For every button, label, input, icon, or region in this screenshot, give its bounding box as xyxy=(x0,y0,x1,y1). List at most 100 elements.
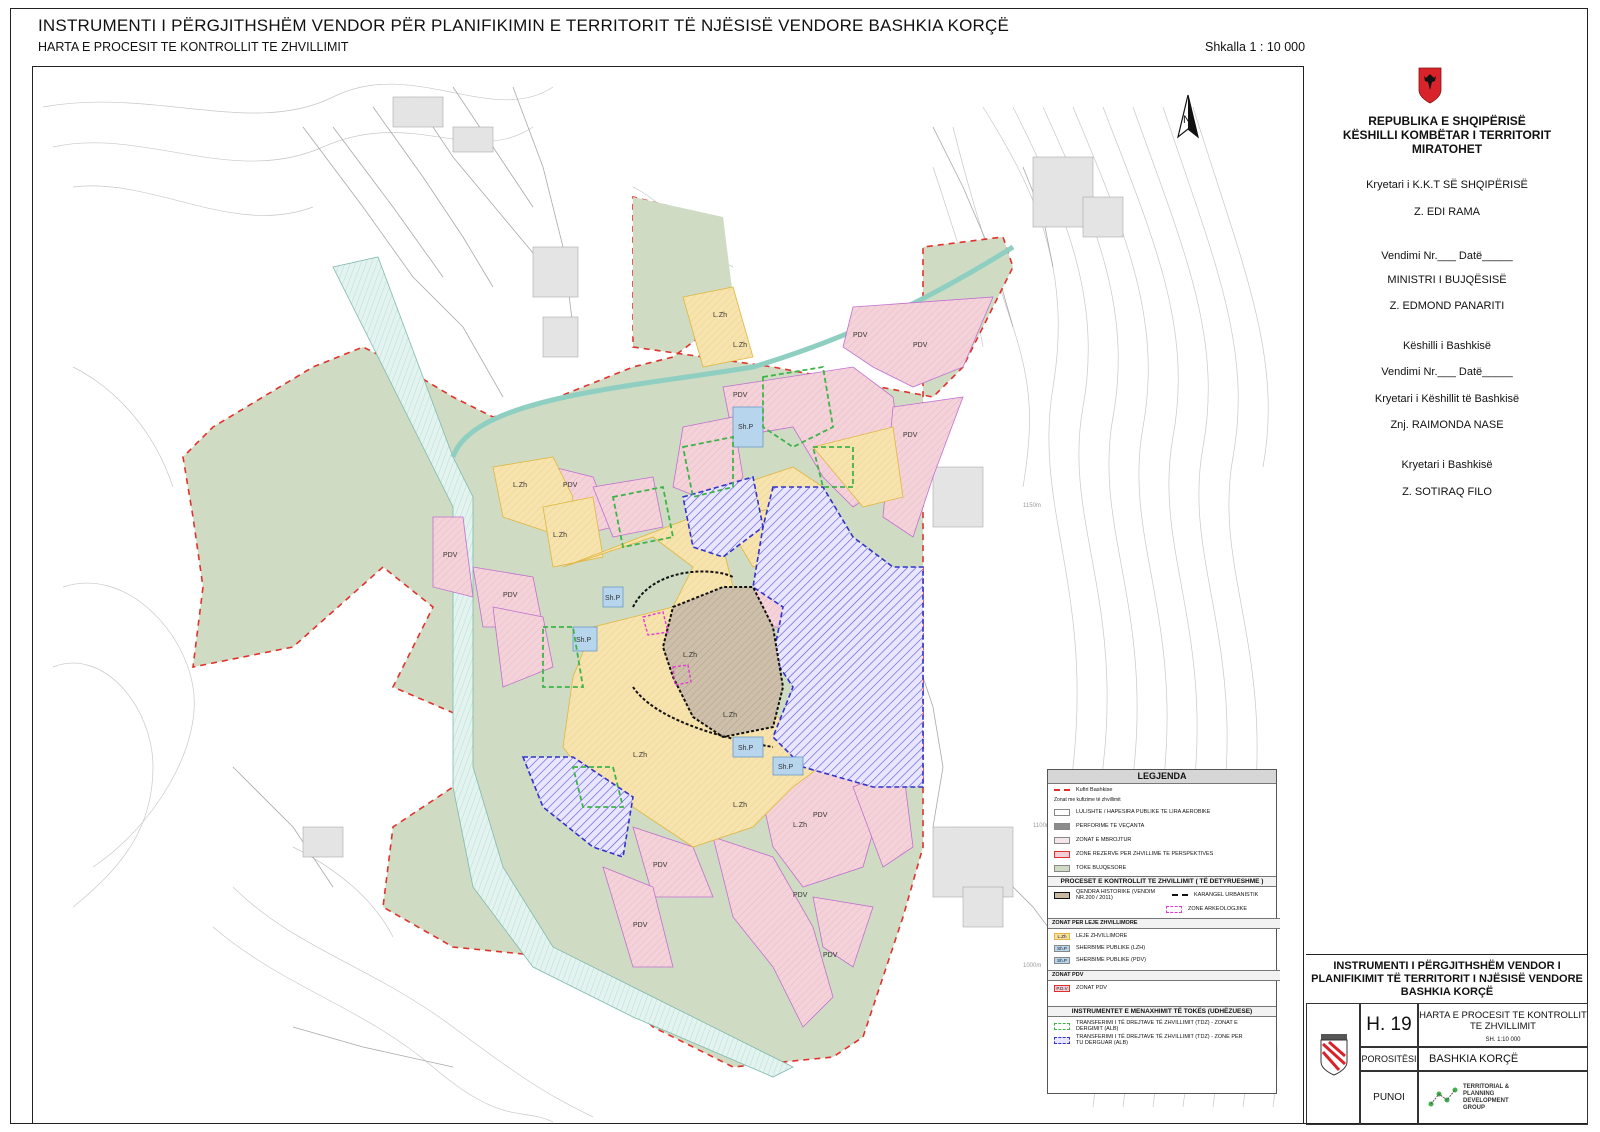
decision-line-2: Vendimi Nr.___ Datë_____ xyxy=(1381,366,1513,378)
zone-label: L.Zh xyxy=(733,802,747,809)
legend-swatch xyxy=(1054,1022,1070,1030)
mayor-role: Kryetari i Bashkisë xyxy=(1401,459,1493,471)
legend-label: SHERBIME PUBLIKE (LZH) xyxy=(1076,945,1146,951)
legend-row: P.D.V ZONAT PDV xyxy=(1054,984,1107,992)
council-label: KËSHILLI KOMBËTAR I TERRITORIT xyxy=(1342,128,1552,142)
council-chair-role: Kryetari i Këshillit të Bashkisë xyxy=(1374,393,1520,405)
north-arrow: N xyxy=(1177,94,1199,139)
map-frame: N L.Zh L.Zh L.Zh L.Zh L.Zh L.Zh L.Zh L.Z… xyxy=(32,66,1304,1124)
mayor-name: Z. SOTIRAQ FILO xyxy=(1402,486,1492,498)
legend-label: KARANGEL URBANISTIK xyxy=(1194,892,1259,898)
legend-row: ZONAT E MBROJTUR xyxy=(1054,836,1131,844)
legend-row: Sh.P SHERBIME PUBLIKE (PDV) xyxy=(1054,956,1146,964)
legend-label: ZONAT PDV xyxy=(1076,985,1107,991)
sheet-number: H. 19 xyxy=(1360,1003,1418,1047)
legend-swatch xyxy=(1054,822,1070,830)
kkt-chair-role: Kryetari i K.K.T SË SHQIPËRISË xyxy=(1366,179,1528,191)
zone-label: L.Zh xyxy=(633,752,647,759)
legend-swatch xyxy=(1172,894,1188,896)
author-label: PUNOI xyxy=(1360,1071,1418,1125)
map-subtitle: HARTA E PROCESIT TE KONTROLLIT TE ZHVILL… xyxy=(38,40,349,54)
zone-label: PDV xyxy=(653,862,668,869)
legend-label: LULISHTE / HAPESIRA PUBLIKE TE LIRA AERO… xyxy=(1076,809,1211,815)
sheet-title-cell: HARTA E PROCESIT TE KONTROLLIT TE ZHVILL… xyxy=(1418,1003,1588,1047)
legend-swatch xyxy=(1054,891,1070,899)
legend-label: TRANSFERIMI I TË DREJTAVE TË ZHVILLIMIT … xyxy=(1076,1034,1243,1046)
zone-label: PDV xyxy=(733,392,748,399)
legend-label: ZONE ARKEOLOGJIKE xyxy=(1188,906,1247,912)
legend-swatch xyxy=(1054,836,1070,844)
approval-status: MIRATOHET xyxy=(1411,142,1483,156)
legend-row: Kufiri Bashkise xyxy=(1054,786,1112,794)
zone-label: PDV xyxy=(443,552,458,559)
author-cell: TERRITORIAL & PLANNING DEVELOPMENT GROUP xyxy=(1418,1071,1588,1125)
zone-label: PDV xyxy=(793,892,808,899)
municipal-council-label: Këshilli i Bashkisë xyxy=(1402,340,1492,352)
decision-line-1: Vendimi Nr.___ Datë_____ xyxy=(1381,250,1513,262)
tpd-logo-icon xyxy=(1428,1087,1458,1107)
boundary-swatch xyxy=(1054,789,1070,791)
legend-label: Kufiri Bashkise xyxy=(1076,787,1113,793)
legend-label: LEJE ZHVILLIMORE xyxy=(1076,933,1128,939)
title-block: INSTRUMENTI I PËRGJITHSHËM VENDOR I PLAN… xyxy=(1306,954,1588,1125)
zone-label: L.Zh xyxy=(713,312,727,319)
zone-label: L.Zh xyxy=(793,822,807,829)
zone-label: PDV xyxy=(563,482,578,489)
legend-swatch xyxy=(1166,905,1182,913)
zone-label: PDV xyxy=(823,952,838,959)
plan-title: INSTRUMENTI I PËRGJITHSHËM VENDOR PËR PL… xyxy=(38,16,1010,35)
legend-title: LEGJENDA xyxy=(1048,770,1276,784)
zone-label: PDV xyxy=(633,922,648,929)
legend-swatch xyxy=(1054,1036,1070,1044)
zone-label: L.Zh xyxy=(733,342,747,349)
legend-label: QENDRA HISTORIKE (VENDIM NR.200 / 2011) xyxy=(1076,889,1156,901)
legend-row: TOKE BUJQESORE xyxy=(1054,864,1126,872)
contour-label: 1150m xyxy=(1023,503,1041,509)
zone-label: L.Zh xyxy=(513,482,527,489)
kkt-chair-name: Z. EDI RAMA xyxy=(1413,206,1480,218)
legend-row: ZONE REZERVE PER ZHVILLIME TE PERSPEKTIV… xyxy=(1054,850,1213,858)
legend-row: LULISHTE / HAPESIRA PUBLIKE TE LIRA AERO… xyxy=(1054,808,1210,816)
zone-label: L.Zh xyxy=(683,652,697,659)
legend-label: ZONE REZERVE PER ZHVILLIME TE PERSPEKTIV… xyxy=(1076,851,1214,857)
logo-cell xyxy=(1306,1003,1360,1125)
legend-row: Zonat me kufizime të zhvillimit xyxy=(1054,796,1121,804)
zone-label: PDV xyxy=(903,432,918,439)
legend-row: QENDRA HISTORIKE (VENDIM NR.200 / 2011) … xyxy=(1054,889,1259,901)
zone-label: L.Zh xyxy=(553,532,567,539)
firm-name: TERRITORIAL & PLANNING DEVELOPMENT GROUP xyxy=(1463,1084,1510,1111)
legend-row: PERFORIME TE VEÇANTA xyxy=(1054,822,1144,830)
legend-label: ZONAT E MBROJTUR xyxy=(1076,837,1132,843)
legend-swatch: Sh.P xyxy=(1054,956,1070,964)
republic-label: REPUBLIKA E SHQIPËRISË xyxy=(1368,114,1526,128)
contour-label: 1000m xyxy=(1023,963,1041,969)
zone-label: PDV xyxy=(813,812,828,819)
minister-role: MINISTRI I BUJQËSISË xyxy=(1387,274,1507,286)
zone-label: PDV xyxy=(913,342,928,349)
zone-label: Sh.P xyxy=(738,745,754,752)
sheet-scale: SH. 1:10 000 xyxy=(1485,1037,1521,1043)
client-label: POROSITËSI xyxy=(1360,1047,1418,1071)
north-label: N xyxy=(1183,114,1191,126)
legend-swatch xyxy=(1054,864,1070,872)
map-scale: Shkalla 1 : 10 000 xyxy=(1205,40,1306,54)
zone-label: L.Zh xyxy=(723,712,737,719)
zone-label: Sh.P xyxy=(778,764,794,771)
legend-label: TRANSFERIMI I TË DREJTAVE TË ZHVILLIMIT … xyxy=(1076,1020,1238,1032)
legend-row: TRANSFERIMI I TË DREJTAVE TË ZHVILLIMIT … xyxy=(1054,1020,1246,1032)
sheet-title: HARTA E PROCESIT TE KONTROLLIT TE ZHVILL… xyxy=(1419,1010,1587,1032)
legend-swatch xyxy=(1054,850,1070,858)
legend-section-permits: ZONAT PER LEJE ZHVILLIMORE xyxy=(1048,918,1280,929)
korce-emblem-icon xyxy=(1320,1034,1348,1076)
zone-label: PDV xyxy=(853,332,868,339)
map-legend: LEGJENDA Kufiri Bashkise Zonat me kufizi… xyxy=(1047,769,1280,1094)
zone-label: PDV xyxy=(503,592,518,599)
zone-label: Sh.P xyxy=(576,637,592,644)
zone-label: Sh.P xyxy=(605,595,621,602)
legend-subheading: Zonat me kufizime të zhvillimit xyxy=(1054,797,1121,803)
legend-swatch: Sh.P xyxy=(1054,944,1070,952)
legend-section-pdv: ZONAT PDV xyxy=(1048,970,1280,981)
zone-label: Sh.P xyxy=(738,424,754,431)
legend-label: SHERBIME PUBLIKE (PDV) xyxy=(1076,957,1146,963)
legend-label: TOKE BUJQESORE xyxy=(1076,865,1127,871)
